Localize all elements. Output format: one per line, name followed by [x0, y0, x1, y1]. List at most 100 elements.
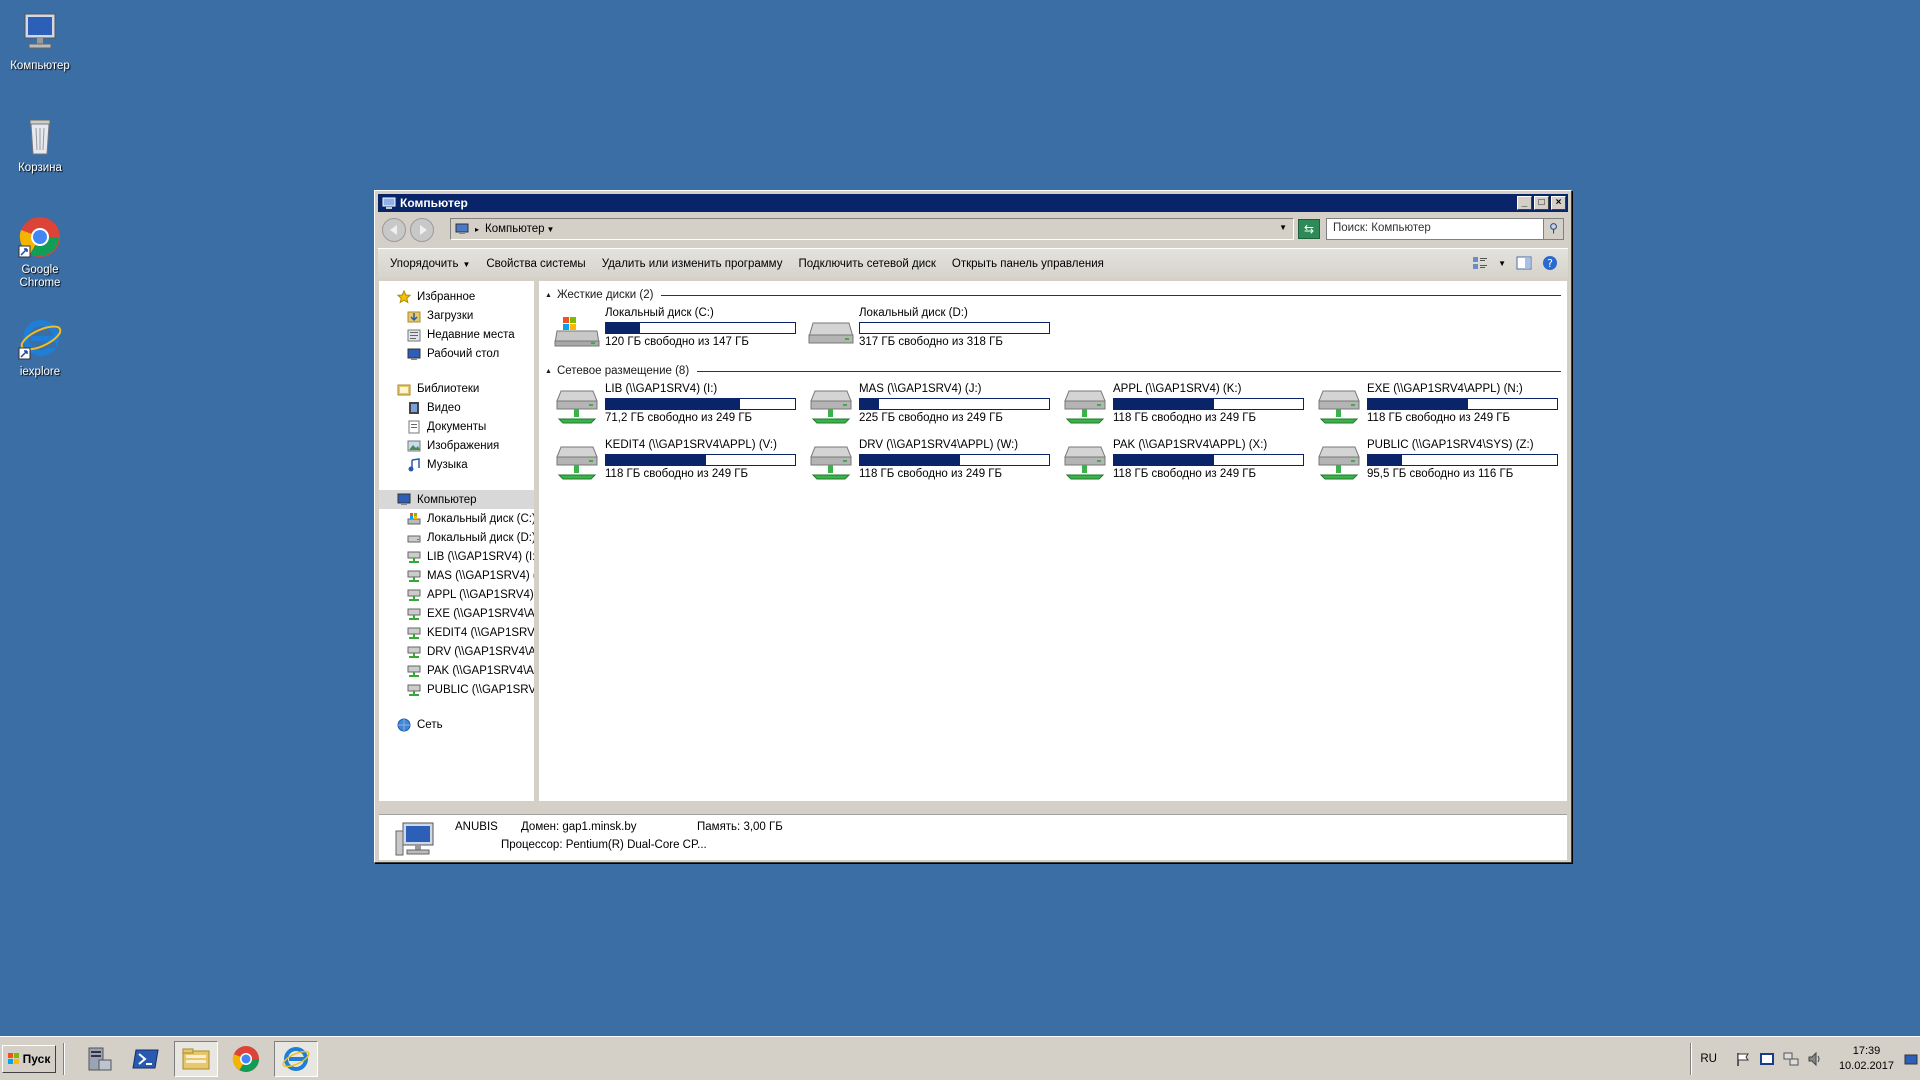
address-dropdown-icon[interactable]: ▼ — [1279, 223, 1287, 232]
chevron-down-icon[interactable]: ▼ — [547, 225, 555, 234]
network-drive-item[interactable]: DRV (\\GAP1SRV4\APPL) (W:) 118 ГБ свободн… — [807, 439, 1061, 483]
nav-libraries[interactable]: Библиотеки — [379, 379, 534, 398]
computer-icon — [397, 493, 411, 505]
ie-icon — [17, 316, 63, 362]
uninstall-program-button[interactable]: Удалить или изменить программу — [594, 258, 791, 270]
window-icon[interactable] — [1759, 1051, 1775, 1067]
command-bar: Упорядочить ▼ Свойства системы Удалить ил… — [378, 248, 1568, 278]
nav-item-network-drive[interactable]: MAS (\\GAP1SRV4) (J: — [379, 566, 534, 585]
search-icon[interactable]: ⚲ — [1543, 219, 1563, 239]
network-drive-item[interactable]: KEDIT4 (\\GAP1SRV4\APPL) (V:) 118 ГБ своб… — [553, 439, 807, 483]
video-icon — [409, 401, 419, 414]
recent-places-icon — [407, 329, 421, 341]
desktop-icon-label: Компьютер — [10, 60, 70, 72]
desktop-icon-recycle-bin[interactable]: Корзина — [6, 112, 74, 175]
desktop-icon-computer[interactable]: Компьютер — [6, 10, 74, 73]
nav-network[interactable]: Сеть — [379, 715, 534, 734]
back-button[interactable] — [382, 218, 406, 242]
collapse-arrow-icon[interactable]: ▲ — [545, 292, 552, 299]
desktop-icon-label: iexplore — [19, 366, 61, 378]
preview-pane-icon[interactable] — [1516, 255, 1532, 271]
content-pane: ▲ Жесткие диски (2) Локальный диск (C:) … — [539, 281, 1567, 801]
nav-item-network-drive[interactable]: APPL (\\GAP1SRV4) (K — [379, 585, 534, 604]
section-hard-disks[interactable]: ▲ Жесткие диски (2) — [545, 287, 1561, 303]
drive-name: DRV (\\GAP1SRV4\APPL) (W:) — [859, 439, 1019, 451]
drive-item[interactable]: Локальный диск (C:) 120 ГБ свободно из 1… — [553, 307, 807, 351]
network-status-icon[interactable] — [1783, 1051, 1799, 1067]
nav-item-network-drive[interactable]: DRV (\\GAP1SRV4\APP — [379, 642, 534, 661]
nav-item-downloads[interactable]: Загрузки — [379, 306, 534, 325]
nav-item-recent-places[interactable]: Недавние места — [379, 325, 534, 344]
nav-item-documents[interactable]: Документы — [379, 417, 534, 436]
maximize-button[interactable]: □ — [1534, 196, 1549, 210]
nav-item-drive-d[interactable]: Локальный диск (D:) — [379, 528, 534, 547]
desktop-icon-chrome[interactable]: Google Chrome — [6, 214, 74, 290]
network-drive-item[interactable]: LIB (\\GAP1SRV4) (I:) 71,2 ГБ свободно из… — [553, 383, 807, 427]
drive-name: PUBLIC (\\GAP1SRV4\SYS) (Z:) — [1367, 439, 1534, 451]
map-network-drive-button[interactable]: Подключить сетевой диск — [790, 258, 943, 270]
taskbar-powershell[interactable] — [124, 1041, 168, 1077]
nav-item-network-drive[interactable]: EXE (\\GAP1SRV4\APP — [379, 604, 534, 623]
nav-item-music[interactable]: Музыка — [379, 455, 534, 474]
action-center-flag-icon[interactable] — [1735, 1051, 1751, 1067]
breadcrumb-chevron-icon[interactable]: ▸ — [475, 225, 479, 234]
drive-name: KEDIT4 (\\GAP1SRV4\APPL) (V:) — [605, 439, 777, 451]
usage-bar — [605, 398, 796, 410]
help-icon[interactable]: ? — [1542, 255, 1558, 271]
network-drive-item[interactable]: PAK (\\GAP1SRV4\APPL) (X:) 118 ГБ свободн… — [1061, 439, 1315, 483]
search-input[interactable]: Поиск: Компьютер ⚲ — [1326, 218, 1564, 240]
processor-info: Процессор: Pentium(R) Dual-Core CP... — [501, 839, 707, 851]
nav-item-pictures[interactable]: Изображения — [379, 436, 534, 455]
address-bar[interactable]: ▸ Компьютер ▼ ▼ — [450, 218, 1294, 240]
hard-drive-icon — [808, 322, 854, 344]
desktop-icon-iexplore[interactable]: iexplore — [6, 316, 74, 379]
drive-name: Локальный диск (D:) — [859, 307, 968, 319]
title-bar[interactable]: Компьютер _ □ × — [378, 194, 1568, 212]
network-drive-item[interactable]: PUBLIC (\\GAP1SRV4\SYS) (Z:) 95,5 ГБ своб… — [1315, 439, 1569, 483]
refresh-button[interactable]: ⇆ — [1298, 219, 1320, 239]
network-drive-item[interactable]: MAS (\\GAP1SRV4) (J:) 225 ГБ свободно из … — [807, 383, 1061, 427]
taskbar-server-manager[interactable] — [76, 1041, 120, 1077]
nav-item-network-drive[interactable]: PUBLIC (\\GAP1SRV4\ — [379, 680, 534, 699]
drive-item[interactable]: Локальный диск (D:) 317 ГБ свободно из 3… — [807, 307, 1061, 351]
network-drive-icon — [1318, 390, 1360, 424]
nav-item-drive-c[interactable]: Локальный диск (C:) — [379, 509, 534, 528]
drive-free-space: 118 ГБ свободно из 249 ГБ — [1113, 412, 1257, 424]
nav-item-desktop[interactable]: Рабочий стол — [379, 344, 534, 363]
network-drive-item[interactable]: APPL (\\GAP1SRV4) (K:) 118 ГБ свободно из… — [1061, 383, 1315, 427]
clock[interactable]: 17:39 10.02.2017 — [1839, 1044, 1894, 1074]
minimize-button[interactable]: _ — [1517, 196, 1532, 210]
network-drive-icon — [1064, 390, 1106, 424]
nav-item-network-drive[interactable]: KEDIT4 (\\GAP1SRV4\ — [379, 623, 534, 642]
window-title: Компьютер — [400, 196, 468, 210]
section-network-locations[interactable]: ▲ Сетевое размещение (8) — [545, 363, 1561, 379]
taskbar-chrome[interactable] — [224, 1041, 268, 1077]
start-button[interactable]: Пуск — [2, 1045, 56, 1073]
close-button[interactable]: × — [1551, 196, 1566, 210]
system-properties-button[interactable]: Свойства системы — [478, 258, 593, 270]
taskbar-internet-explorer[interactable] — [274, 1041, 318, 1077]
nav-item-network-drive[interactable]: PAK (\\GAP1SRV4\APP — [379, 661, 534, 680]
open-control-panel-button[interactable]: Открыть панель управления — [944, 258, 1112, 270]
volume-icon[interactable] — [1807, 1051, 1823, 1067]
chevron-down-icon[interactable]: ▼ — [1498, 259, 1506, 268]
view-options-icon[interactable] — [1472, 255, 1488, 271]
documents-icon — [408, 420, 420, 433]
folder-icon — [182, 1048, 210, 1070]
forward-button[interactable] — [410, 218, 434, 242]
nav-item-network-drive[interactable]: LIB (\\GAP1SRV4) (I:) — [379, 547, 534, 566]
show-desktop-icon[interactable] — [1904, 1051, 1918, 1067]
nav-item-video[interactable]: Видео — [379, 398, 534, 417]
breadcrumb-computer[interactable]: Компьютер — [485, 223, 545, 235]
drive-free-space: 71,2 ГБ свободно из 249 ГБ — [605, 412, 753, 424]
language-indicator[interactable]: RU — [1700, 1053, 1717, 1065]
collapse-arrow-icon[interactable]: ▲ — [545, 368, 552, 375]
nav-computer[interactable]: Компьютер — [379, 490, 534, 509]
usage-bar — [859, 322, 1050, 334]
ie-icon — [282, 1047, 310, 1071]
taskbar-explorer[interactable] — [174, 1041, 218, 1077]
usage-bar — [1113, 454, 1304, 466]
organize-button[interactable]: Упорядочить ▼ — [378, 258, 478, 270]
nav-favorites[interactable]: Избранное — [379, 287, 534, 306]
network-drive-item[interactable]: EXE (\\GAP1SRV4\APPL) (N:) 118 ГБ свободн… — [1315, 383, 1569, 427]
